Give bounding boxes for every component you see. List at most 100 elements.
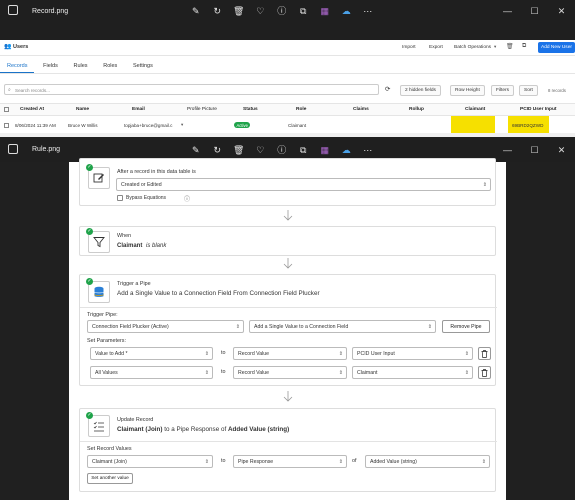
search-input[interactable]: ⌕ Search records... bbox=[4, 84, 379, 95]
remove-pipe-button[interactable]: Remove Pipe bbox=[442, 320, 490, 333]
copy-icon[interactable]: ⧉ bbox=[522, 43, 526, 50]
tab-records[interactable]: Records bbox=[0, 60, 35, 73]
film-icon[interactable]: ▦ bbox=[314, 144, 336, 156]
param2-type-select[interactable]: Record Value ⇕ bbox=[233, 366, 347, 379]
table-row[interactable]: 8/06/2024 11:39 AM Bruce W Willis topjab… bbox=[0, 120, 575, 131]
crop-icon[interactable]: ⧉ bbox=[293, 144, 315, 156]
help-icon[interactable]: ⓘ bbox=[184, 194, 190, 203]
trigger-event-select[interactable]: Created or Edited ⇕ bbox=[116, 178, 491, 191]
trash-icon[interactable]: 🗑 bbox=[228, 5, 250, 17]
pipe-title: Trigger a Pipe bbox=[117, 281, 151, 287]
param2-value: Claimant bbox=[357, 370, 378, 376]
sort-button[interactable]: Sort bbox=[519, 85, 538, 96]
flow-arrow-icon bbox=[283, 391, 293, 402]
flow-arrow-icon bbox=[283, 210, 293, 221]
col-role[interactable]: Role bbox=[296, 107, 306, 112]
param1-value: PCID User Input bbox=[357, 351, 395, 357]
col-claims[interactable]: Claims bbox=[353, 107, 369, 112]
row-height-button[interactable]: Row Height bbox=[450, 85, 485, 96]
chevron-updown-icon: ⇕ bbox=[464, 351, 469, 357]
param1-from-select[interactable]: Value to Add * ⇕ bbox=[90, 347, 213, 360]
info-icon[interactable]: ⓘ bbox=[271, 5, 293, 17]
edit-icon[interactable]: ✎ bbox=[185, 144, 207, 156]
more-icon[interactable]: ⋯ bbox=[357, 144, 379, 156]
close-icon[interactable]: ✕ bbox=[548, 4, 575, 18]
update-type-value: Pipe Response bbox=[238, 459, 274, 465]
col-email[interactable]: Email bbox=[132, 107, 145, 112]
param1-value-select[interactable]: PCID User Input ⇕ bbox=[352, 347, 473, 360]
heart-icon[interactable]: ♡ bbox=[250, 144, 272, 156]
col-profile-picture[interactable]: Profile Picture bbox=[187, 107, 217, 112]
batch-operations-button[interactable]: Batch Operations bbox=[454, 45, 491, 50]
update-value-select[interactable]: Added Value (string) ⇕ bbox=[365, 455, 490, 468]
pipe-subtitle: Add a Single Value to a Connection Field… bbox=[117, 290, 320, 297]
trash-icon[interactable]: 🗑 bbox=[228, 144, 250, 156]
param2-delete-button[interactable] bbox=[478, 366, 491, 379]
pipe-divider bbox=[80, 307, 497, 308]
refresh-icon[interactable]: ⟳ bbox=[385, 85, 390, 93]
param1-delete-button[interactable] bbox=[478, 347, 491, 360]
more-icon[interactable]: ⋯ bbox=[357, 5, 379, 17]
cell-name: Bruce W Willis bbox=[68, 123, 98, 128]
when-condition: is blank bbox=[146, 243, 167, 249]
maximize-icon[interactable]: ☐ bbox=[521, 143, 548, 157]
rotate-icon[interactable]: ↻ bbox=[207, 5, 229, 17]
tab-fields[interactable]: Fields bbox=[36, 60, 65, 72]
cloud-off-icon[interactable]: ☁ bbox=[336, 5, 358, 17]
col-claimant[interactable]: Claimant bbox=[465, 107, 485, 112]
maximize-icon[interactable]: ☐ bbox=[521, 4, 548, 18]
minimize-icon[interactable]: — bbox=[494, 143, 521, 157]
filters-button[interactable]: Filters bbox=[491, 85, 515, 96]
window1-controls: — ☐ ✕ bbox=[494, 4, 575, 18]
set-another-value-button[interactable]: Set another value bbox=[87, 473, 133, 484]
info-icon[interactable]: ⓘ bbox=[271, 144, 293, 156]
tab-rules[interactable]: Rules bbox=[67, 60, 95, 72]
param2-from-select[interactable]: All Values ⇕ bbox=[90, 366, 213, 379]
col-pcid-user-input[interactable]: PCID User Input bbox=[520, 107, 557, 112]
cloud-off-icon[interactable]: ☁ bbox=[336, 144, 358, 156]
rotate-icon[interactable]: ↻ bbox=[207, 144, 229, 156]
param1-type-select[interactable]: Record Value ⇕ bbox=[233, 347, 347, 360]
hidden-fields-button[interactable]: 2 hidden fields bbox=[400, 85, 441, 96]
delete-icon[interactable]: 🗑 bbox=[506, 43, 514, 50]
add-new-user-button[interactable]: Add New User bbox=[538, 42, 575, 53]
check-icon: ✓ bbox=[86, 412, 93, 419]
chevron-updown-icon: ⇕ bbox=[338, 351, 343, 357]
update-type-select[interactable]: Pipe Response ⇕ bbox=[233, 455, 347, 468]
row-checkbox[interactable] bbox=[4, 123, 9, 128]
section-title: Users bbox=[13, 44, 29, 50]
param2-from-value: All Values bbox=[95, 370, 118, 376]
update-field-select[interactable]: Claimant (Join) ⇕ bbox=[87, 455, 213, 468]
tab-settings[interactable]: Settings bbox=[126, 60, 160, 72]
trash-icon bbox=[481, 349, 488, 358]
film-icon[interactable]: ▦ bbox=[314, 5, 336, 17]
photos-app-icon-2 bbox=[8, 144, 18, 154]
edit-icon[interactable]: ✎ bbox=[185, 5, 207, 17]
set-parameters-label: Set Parameters: bbox=[87, 338, 126, 344]
cell-email: topjaba+bruce@gmail.c bbox=[124, 123, 173, 128]
export-button[interactable]: Export bbox=[429, 45, 443, 50]
pipe-select[interactable]: Connection Field Plucker (Active) ⇕ bbox=[87, 320, 244, 333]
col-status[interactable]: Status bbox=[243, 107, 258, 112]
close-icon[interactable]: ✕ bbox=[548, 143, 575, 157]
bypass-checkbox[interactable] bbox=[117, 195, 123, 201]
col-rollup[interactable]: Rollup bbox=[409, 107, 424, 112]
import-button[interactable]: Import bbox=[402, 45, 416, 50]
param2-value-select[interactable]: Claimant ⇕ bbox=[352, 366, 473, 379]
col-created-at[interactable]: Created At bbox=[20, 107, 44, 112]
chevron-updown-icon: ⇕ bbox=[482, 182, 487, 188]
chevron-updown-icon: ⇕ bbox=[464, 370, 469, 376]
window1-titlebar: Record.png ✎ ↻ 🗑 ♡ ⓘ ⧉ ▦ ☁ ⋯ — ☐ ✕ bbox=[0, 0, 575, 22]
heart-icon[interactable]: ♡ bbox=[250, 5, 272, 17]
param1-type-value: Record Value bbox=[238, 351, 270, 357]
pipe-action-select[interactable]: Add a Single Value to a Connection Field… bbox=[249, 320, 436, 333]
minimize-icon[interactable]: — bbox=[494, 4, 521, 18]
tab-roles[interactable]: Roles bbox=[96, 60, 124, 72]
window1-toolbar: ✎ ↻ 🗑 ♡ ⓘ ⧉ ▦ ☁ ⋯ bbox=[185, 5, 379, 17]
chevron-updown-icon: ⇕ bbox=[204, 459, 209, 465]
crop-icon[interactable]: ⧉ bbox=[293, 5, 315, 17]
select-all-checkbox[interactable] bbox=[4, 107, 9, 112]
col-name[interactable]: Name bbox=[76, 107, 89, 112]
bypass-label: Bypass Equations bbox=[126, 195, 167, 201]
chevron-updown-icon: ⇕ bbox=[235, 324, 240, 330]
